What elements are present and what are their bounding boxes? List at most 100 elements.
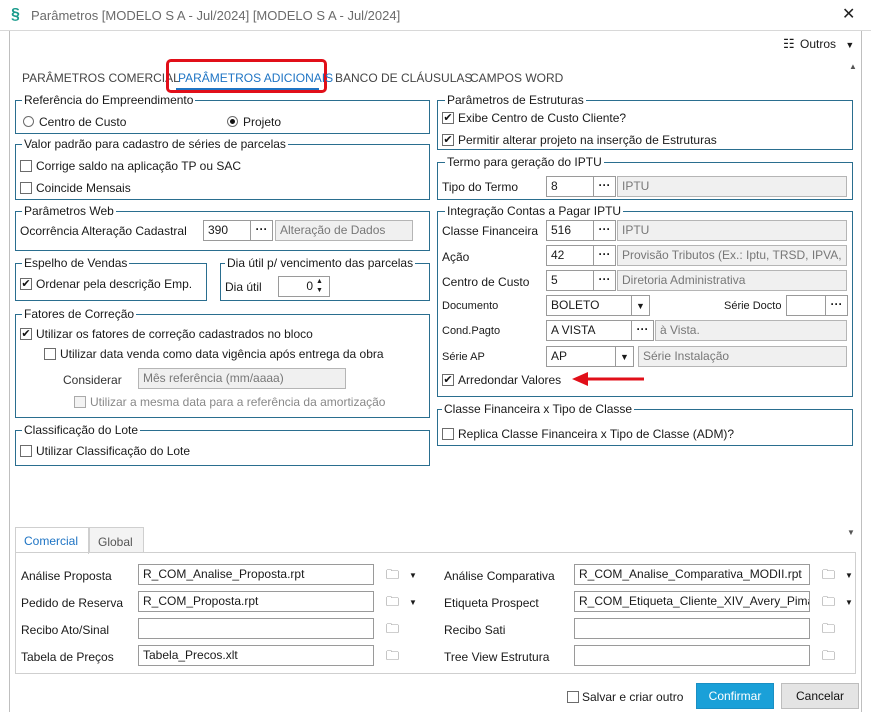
utilizar-fatores-checkbox[interactable]: [20, 328, 32, 340]
mes-referencia-input[interactable]: Mês referência (mm/aaaa): [138, 368, 346, 389]
serie-ap-select[interactable]: AP: [546, 346, 616, 367]
radio-centro-custo-label: Centro de Custo: [39, 115, 127, 129]
red-arrow-annotation: [572, 372, 644, 386]
acao-input[interactable]: 42: [546, 245, 594, 266]
chevron-down-icon[interactable]: ▼: [409, 571, 417, 580]
centro-custo-input[interactable]: 5: [546, 270, 594, 291]
mesma-data-checkbox[interactable]: [74, 396, 86, 408]
folder-icon[interactable]: 🗀: [386, 593, 399, 615]
acao-lookup-button[interactable]: ···: [594, 245, 616, 266]
folder-icon[interactable]: 🗀: [386, 647, 399, 669]
valor-padrao-legend: Valor padrão para cadastro de séries de …: [22, 137, 288, 151]
tree-view-label: Tree View Estrutura: [444, 650, 550, 664]
tabela-precos-input[interactable]: Tabela_Precos.xlt: [138, 645, 374, 666]
recibo-sati-input[interactable]: [574, 618, 810, 639]
folder-icon[interactable]: 🗀: [822, 566, 835, 588]
centro-custo-lookup-button[interactable]: ···: [594, 270, 616, 291]
cond-pagto-label: Cond.Pagto: [442, 325, 501, 337]
serie-ap-label: Série AP: [442, 351, 485, 363]
folder-icon[interactable]: 🗀: [822, 593, 835, 615]
stepper-arrows-icon[interactable]: ▲ ▼: [316, 277, 323, 295]
exibe-centro-custo-label: Exibe Centro de Custo Cliente?: [458, 111, 627, 125]
classe-financeira-label: Classe Financeira: [442, 224, 539, 238]
centro-custo-label: Centro de Custo: [442, 275, 530, 289]
radio-projeto[interactable]: [227, 116, 238, 127]
folder-icon[interactable]: 🗀: [822, 647, 835, 669]
salvar-criar-checkbox[interactable]: [567, 691, 579, 703]
recibo-ato-input[interactable]: [138, 618, 374, 639]
etiqueta-prospect-label: Etiqueta Prospect: [444, 596, 539, 610]
permitir-alterar-checkbox[interactable]: [442, 134, 454, 146]
coincide-mensais-checkbox[interactable]: [20, 182, 32, 194]
utilizar-data-venda-label: Utilizar data venda como data vigência a…: [60, 347, 384, 361]
tabela-precos-label: Tabela de Preços: [21, 650, 114, 664]
tab-comercial[interactable]: Comercial: [24, 534, 78, 548]
espelho-vendas-legend: Espelho de Vendas: [22, 256, 130, 270]
utilizar-data-venda-checkbox[interactable]: [44, 348, 56, 360]
radio-centro-custo[interactable]: [23, 116, 34, 127]
documento-label: Documento: [442, 300, 499, 312]
pedido-reserva-label: Pedido de Reserva: [21, 596, 124, 610]
classe-tipo-legend: Classe Financeira x Tipo de Classe: [442, 402, 635, 416]
mesma-data-label: Utilizar a mesma data para a referência …: [90, 395, 386, 409]
arredondar-valores-checkbox[interactable]: [442, 374, 454, 386]
chevron-down-icon[interactable]: ▼: [845, 598, 853, 607]
ocorrencia-code-input[interactable]: 390: [203, 220, 251, 241]
classe-financeira-lookup-button[interactable]: ···: [594, 220, 616, 241]
tab-global[interactable]: Global: [98, 535, 133, 549]
utilizar-fatores-label: Utilizar os fatores de correção cadastra…: [36, 327, 313, 341]
recibo-sati-label: Recibo Sati: [444, 623, 506, 637]
cond-pagto-desc: à Vista.: [655, 320, 847, 341]
cancelar-button[interactable]: Cancelar: [781, 683, 859, 709]
acao-desc: Provisão Tributos (Ex.: Iptu, TRSD, IPVA…: [617, 245, 847, 266]
tree-view-input[interactable]: [574, 645, 810, 666]
classe-financeira-desc: IPTU: [617, 220, 847, 241]
analise-comparativa-input[interactable]: R_COM_Analise_Comparativa_MODII.rpt: [574, 564, 810, 585]
scroll-up-icon[interactable]: ▲: [849, 62, 857, 71]
etiqueta-prospect-input[interactable]: R_COM_Etiqueta_Cliente_XIV_Avery_Pimaco: [574, 591, 810, 612]
considerar-label: Considerar: [63, 373, 122, 387]
fatores-correcao-legend: Fatores de Correção: [22, 307, 137, 321]
tipo-termo-desc: IPTU: [617, 176, 847, 197]
termo-iptu-legend: Termo para geração do IPTU: [445, 155, 604, 169]
folder-icon[interactable]: 🗀: [386, 566, 399, 588]
pedido-reserva-input[interactable]: R_COM_Proposta.rpt: [138, 591, 374, 612]
ref-empreendimento-legend: Referência do Empreendimento: [22, 93, 196, 107]
analise-comparativa-label: Análise Comparativa: [444, 569, 555, 583]
analise-proposta-label: Análise Proposta: [21, 569, 112, 583]
documento-select[interactable]: BOLETO: [546, 295, 632, 316]
exibe-centro-custo-checkbox[interactable]: [442, 112, 454, 124]
outros-menu[interactable]: ☷ Outros ▼: [783, 36, 859, 54]
confirmar-button[interactable]: Confirmar: [696, 683, 774, 709]
chevron-down-icon[interactable]: ▼: [616, 346, 634, 367]
coincide-mensais-label: Coincide Mensais: [36, 181, 131, 195]
tab-banco-clausulas[interactable]: BANCO DE CLÁUSULAS: [335, 71, 472, 85]
chevron-down-icon[interactable]: ▼: [409, 598, 417, 607]
close-icon[interactable]: ✕: [842, 4, 855, 24]
tab-parametros-adicionais[interactable]: PARÂMETROS ADICIONAIS: [178, 71, 333, 85]
serie-docto-lookup-button[interactable]: ···: [826, 295, 848, 316]
corrige-saldo-checkbox[interactable]: [20, 160, 32, 172]
tab-campos-word[interactable]: CAMPOS WORD: [470, 71, 563, 85]
ocorrencia-lookup-button[interactable]: ···: [251, 220, 273, 241]
serie-ap-desc: Série Instalação: [638, 346, 847, 367]
serie-docto-input[interactable]: [786, 295, 826, 316]
tab-parametros-comercial[interactable]: PARÂMETROS COMERCIAL: [22, 71, 180, 85]
dia-util-label: Dia útil: [225, 280, 262, 294]
title-bar: § Parâmetros [MODELO S A - Jul/2024] [MO…: [0, 0, 871, 31]
analise-proposta-input[interactable]: R_COM_Analise_Proposta.rpt: [138, 564, 374, 585]
folder-icon[interactable]: 🗀: [386, 620, 399, 642]
classe-financeira-input[interactable]: 516: [546, 220, 594, 241]
cond-pagto-input[interactable]: A VISTA: [546, 320, 632, 341]
scroll-down-icon[interactable]: ▼: [847, 528, 855, 537]
classificacao-lote-checkbox[interactable]: [20, 445, 32, 457]
ordenar-descricao-checkbox[interactable]: [20, 278, 32, 290]
replica-classe-checkbox[interactable]: [442, 428, 454, 440]
outros-label: Outros: [800, 37, 837, 51]
chevron-down-icon[interactable]: ▼: [845, 571, 853, 580]
tipo-termo-input[interactable]: 8: [546, 176, 594, 197]
folder-icon[interactable]: 🗀: [822, 620, 835, 642]
chevron-down-icon[interactable]: ▼: [632, 295, 650, 316]
cond-pagto-lookup-button[interactable]: ···: [632, 320, 654, 341]
tipo-termo-lookup-button[interactable]: ···: [594, 176, 616, 197]
